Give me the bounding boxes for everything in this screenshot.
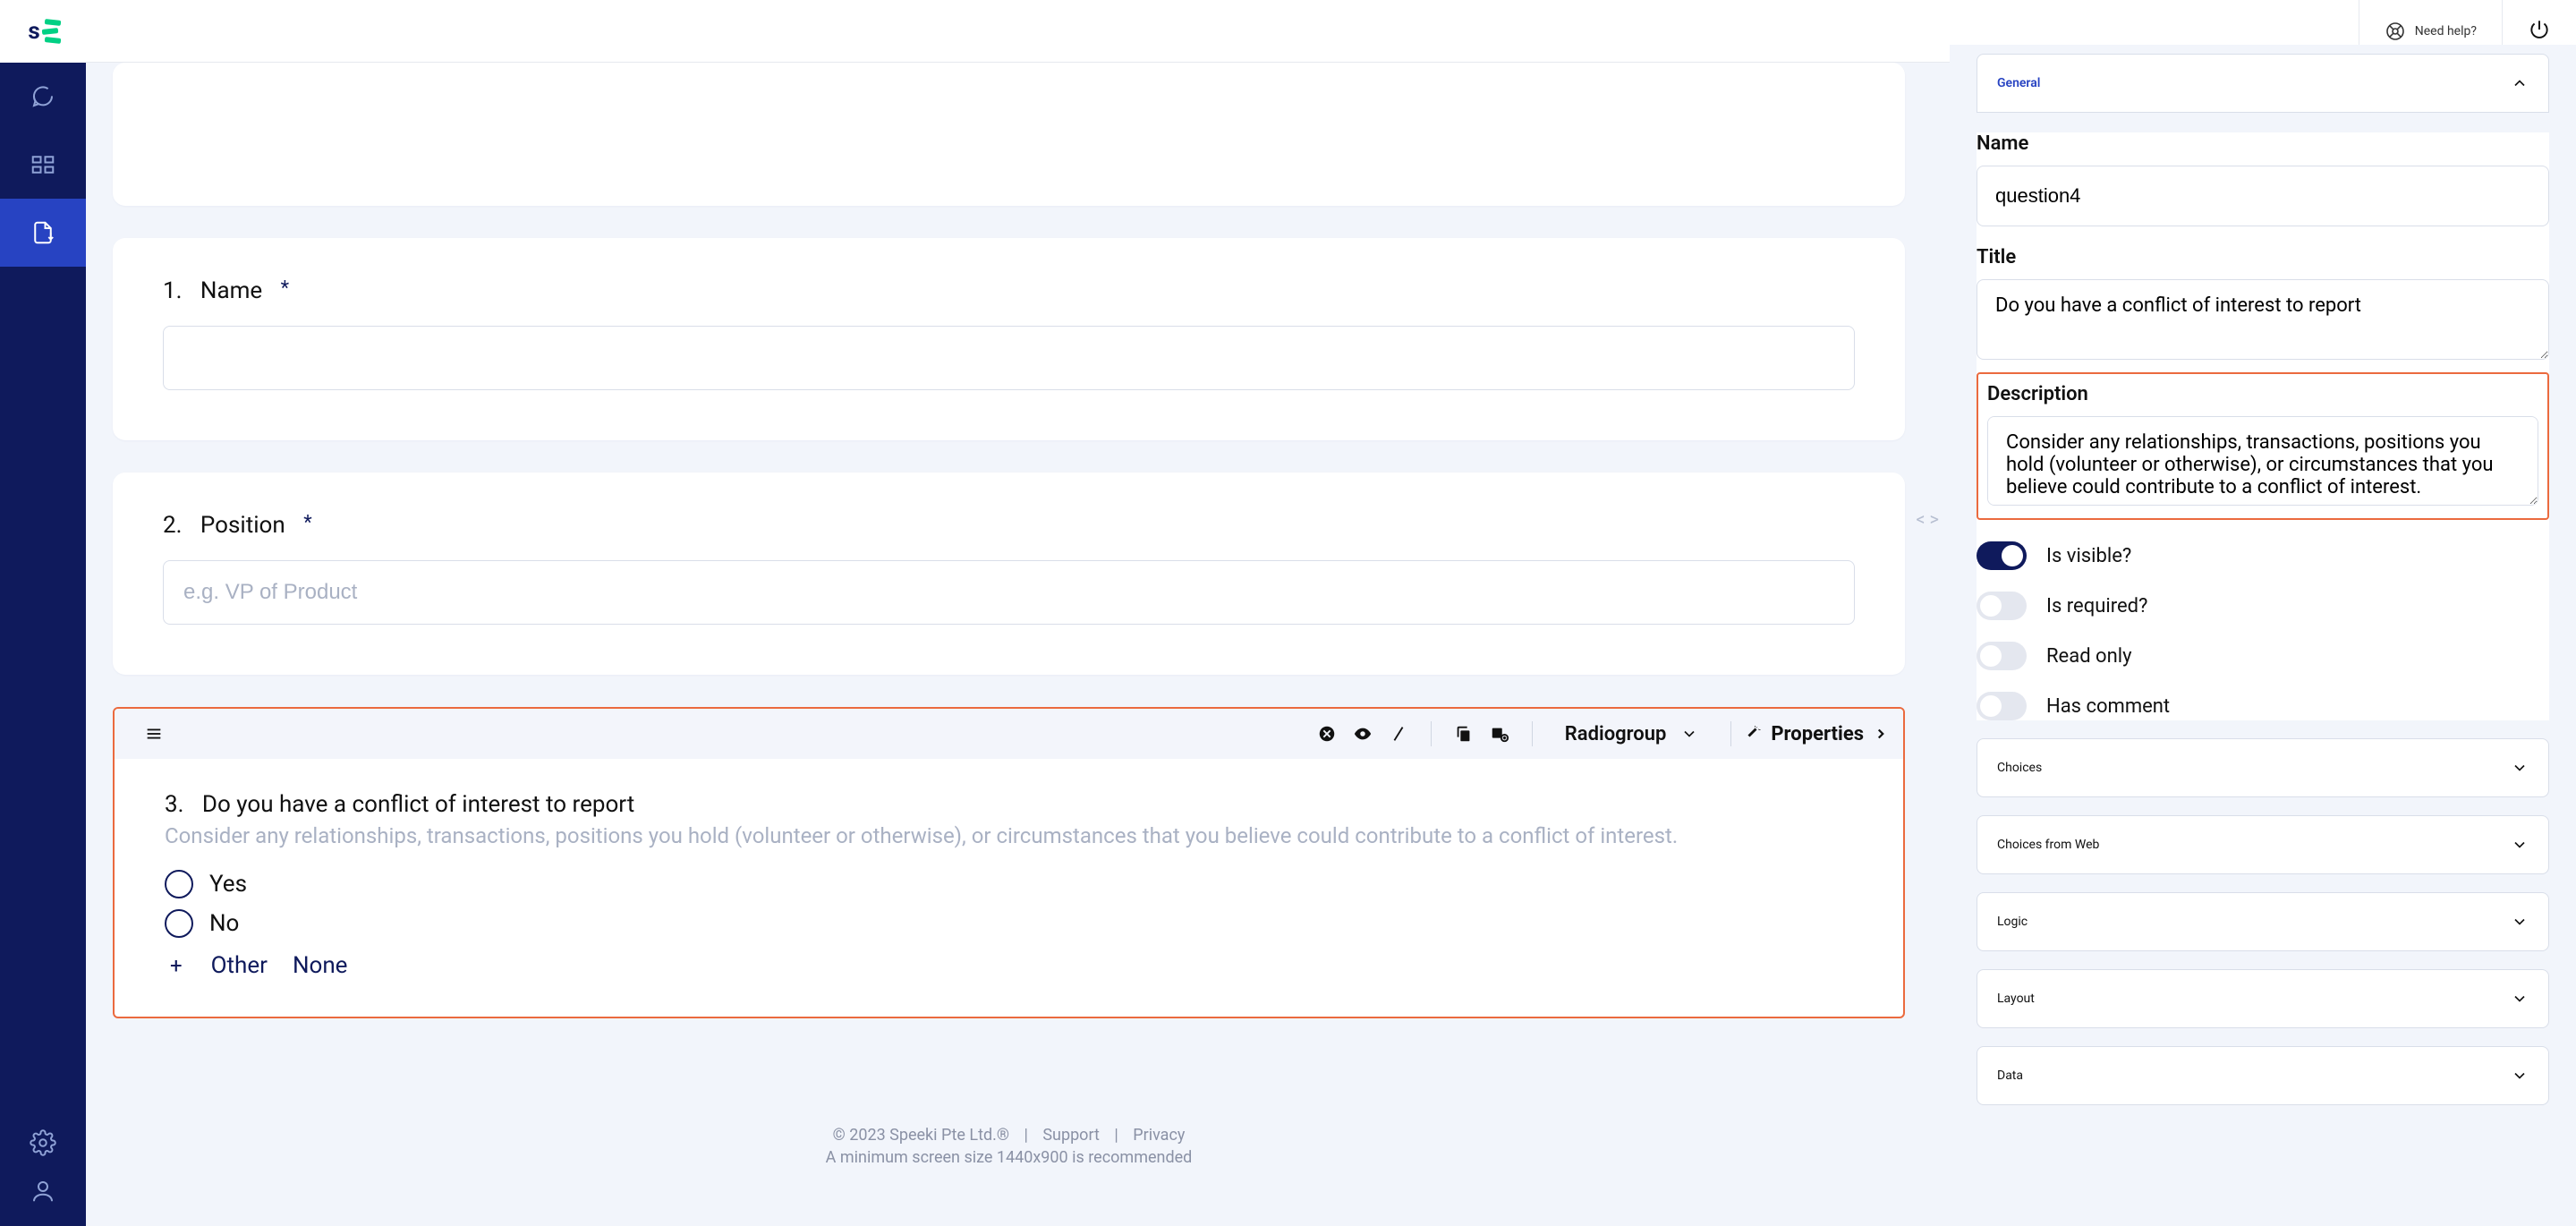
has-comment-label: Has comment (2046, 695, 2170, 718)
description-label: Description (1987, 383, 2538, 405)
radio-icon (165, 909, 193, 938)
title-input[interactable] (1977, 279, 2549, 360)
chevron-up-icon (2511, 74, 2529, 92)
sidebar-item-settings[interactable] (0, 1129, 86, 1156)
app-logo[interactable]: s (0, 0, 86, 63)
footer-screen-note: A minimum screen size 1440x900 is recomm… (113, 1148, 1905, 1167)
add-other-button[interactable]: Other (211, 952, 268, 979)
sidebar-item-forms[interactable] (0, 199, 86, 267)
question-1-label: 1. Name * (163, 277, 1855, 304)
visibility-icon[interactable] (1345, 716, 1381, 752)
properties-button[interactable]: Properties (1746, 723, 1889, 745)
add-choice-button[interactable]: + (165, 952, 186, 979)
question-3-card-selected[interactable]: Radiogroup Properties 3. Do you have a c… (113, 707, 1905, 1018)
drag-handle-icon[interactable] (136, 716, 172, 752)
chevron-down-icon (2511, 990, 2529, 1008)
is-visible-toggle[interactable] (1977, 541, 2027, 570)
radio-label: No (209, 910, 239, 937)
section-logic[interactable]: Logic (1977, 892, 2549, 951)
sidebar-item-chat[interactable] (0, 63, 86, 131)
question-2-label: 2. Position * (163, 512, 1855, 539)
is-required-label: Is required? (2046, 595, 2147, 617)
question-type-select[interactable]: Radiogroup (1547, 723, 1717, 745)
question-3-description: Consider any relationships, transactions… (165, 823, 1853, 848)
chevron-down-icon (2511, 1067, 2529, 1085)
section-choices-web[interactable]: Choices from Web (1977, 815, 2549, 874)
chevron-down-icon (2511, 836, 2529, 854)
form-canvas: 1. Name * 2. Position * (86, 63, 1932, 1226)
logout-button[interactable] (2528, 18, 2551, 45)
is-visible-label: Is visible? (2046, 545, 2131, 567)
read-only-label: Read only (2046, 645, 2132, 668)
sidebar: s (0, 0, 86, 1226)
copy-icon[interactable] (1446, 716, 1482, 752)
has-comment-toggle[interactable] (1977, 692, 2027, 720)
is-required-toggle[interactable] (1977, 592, 2027, 620)
need-help-label: Need help? (2415, 24, 2477, 38)
footer-support-link[interactable]: Support (1042, 1126, 1100, 1145)
add-to-toolbox-icon[interactable] (1482, 716, 1518, 752)
question-1-input[interactable] (163, 326, 1855, 390)
section-layout[interactable]: Layout (1977, 969, 2549, 1028)
help-icon (2385, 21, 2406, 42)
chevron-right-icon (1873, 726, 1889, 742)
radio-option-yes[interactable]: Yes (165, 864, 1853, 904)
radio-option-no[interactable]: No (165, 904, 1853, 943)
power-icon (2528, 18, 2551, 41)
read-only-toggle[interactable] (1977, 642, 2027, 670)
footer: © 2023 Speeki Pte Ltd.® | Support | Priv… (113, 1126, 1905, 1178)
form-header-card[interactable] (113, 63, 1905, 206)
footer-copyright: © 2023 Speeki Pte Ltd.® (833, 1126, 1009, 1145)
question-3-title: 3. Do you have a conflict of interest to… (165, 791, 1853, 818)
question-toolbar: Radiogroup Properties (115, 709, 1903, 759)
footer-privacy-link[interactable]: Privacy (1133, 1126, 1185, 1145)
sidebar-item-modules[interactable] (0, 131, 86, 199)
need-help-button[interactable]: Need help? (2385, 21, 2477, 42)
title-label: Title (1977, 246, 2549, 268)
panel-resize-handle[interactable]: < > (1916, 508, 1939, 530)
name-label: Name (1977, 132, 2549, 155)
wand-icon (1746, 726, 1762, 742)
reset-icon[interactable] (1309, 716, 1345, 752)
radio-icon (165, 870, 193, 898)
section-general[interactable]: General (1977, 54, 2549, 113)
question-2-card[interactable]: 2. Position * (113, 473, 1905, 675)
chevron-down-icon (1680, 725, 1698, 743)
properties-panel: General Name Title Description Is visibl… (1950, 45, 2576, 1226)
required-icon[interactable] (1381, 716, 1416, 752)
name-input[interactable] (1977, 166, 2549, 226)
question-1-card[interactable]: 1. Name * (113, 238, 1905, 440)
section-choices[interactable]: Choices (1977, 738, 2549, 797)
chevron-down-icon (2511, 759, 2529, 777)
chevron-down-icon (2511, 913, 2529, 931)
add-none-button[interactable]: None (293, 952, 348, 979)
section-data[interactable]: Data (1977, 1046, 2549, 1105)
description-input[interactable] (1987, 416, 2538, 506)
radio-label: Yes (209, 871, 247, 898)
sidebar-item-account[interactable] (0, 1178, 86, 1205)
question-2-input[interactable] (163, 560, 1855, 625)
